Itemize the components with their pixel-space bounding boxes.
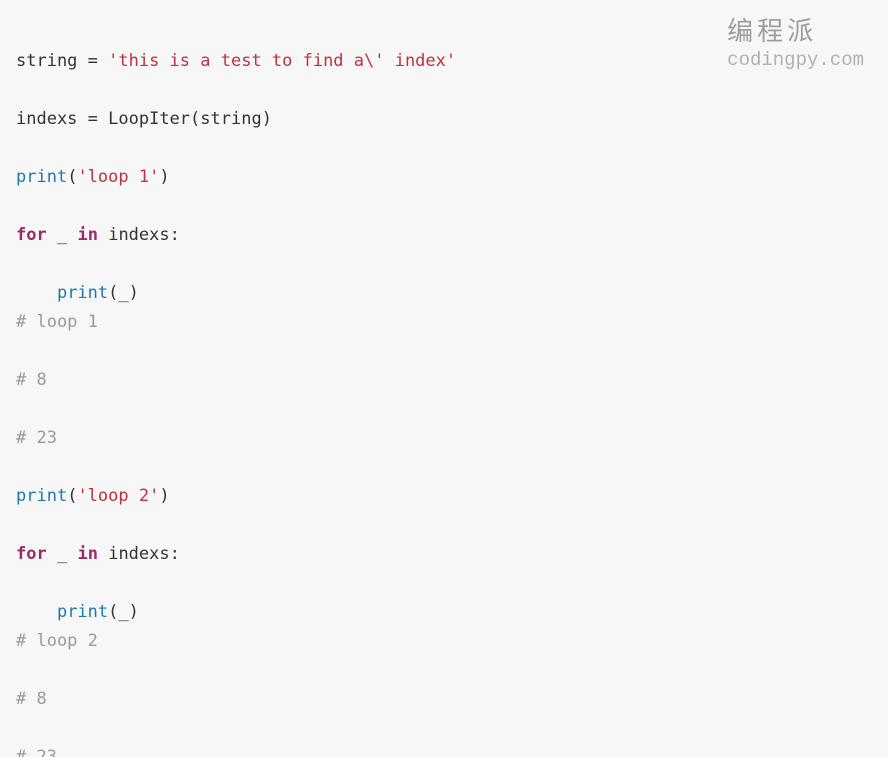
space (67, 544, 77, 564)
keyword-in: in (77, 225, 97, 245)
identifier: _ (57, 544, 67, 564)
argument: string (200, 109, 261, 129)
colon: : (170, 544, 180, 564)
comment: # 23 (16, 428, 57, 448)
paren-close: ) (129, 283, 139, 303)
paren-open: ( (67, 486, 77, 506)
keyword-for: for (16, 544, 47, 564)
operator: = (77, 51, 108, 71)
code-line: print(_) (16, 283, 139, 303)
code-line: print('loop 1') (16, 167, 170, 187)
code-line: string = 'this is a test to find a\' ind… (16, 51, 456, 71)
identifier: string (16, 51, 77, 71)
space (98, 225, 108, 245)
callable: LoopIter (108, 109, 190, 129)
function-print: print (57, 602, 108, 622)
code-line: print(_) (16, 602, 139, 622)
paren-open: ( (108, 602, 118, 622)
indent (16, 602, 57, 622)
identifier: _ (57, 225, 67, 245)
paren-close: ) (262, 109, 272, 129)
argument: _ (118, 602, 128, 622)
operator: = (77, 109, 108, 129)
colon: : (170, 225, 180, 245)
identifier: indexs (108, 544, 169, 564)
string-literal: 'this is a test to find a\' index' (108, 51, 456, 71)
keyword-for: for (16, 225, 47, 245)
identifier: indexs (16, 109, 77, 129)
comment: # 8 (16, 689, 47, 709)
code-line: print('loop 2') (16, 486, 170, 506)
function-print: print (16, 167, 67, 187)
paren-close: ) (129, 602, 139, 622)
comment: # loop 2 (16, 631, 98, 651)
function-print: print (57, 283, 108, 303)
space (47, 225, 57, 245)
code-block: string = 'this is a test to find a\' ind… (0, 0, 888, 757)
paren-open: ( (67, 167, 77, 187)
space (67, 225, 77, 245)
code-line: indexs = LoopIter(string) (16, 109, 272, 129)
paren-close: ) (159, 486, 169, 506)
space (47, 544, 57, 564)
space (98, 544, 108, 564)
comment: # 8 (16, 370, 47, 390)
string-literal: 'loop 2' (77, 486, 159, 506)
paren-open: ( (108, 283, 118, 303)
comment: # loop 1 (16, 312, 98, 332)
identifier: indexs (108, 225, 169, 245)
keyword-in: in (77, 544, 97, 564)
code-line: for _ in indexs: (16, 225, 180, 245)
code-line: for _ in indexs: (16, 544, 180, 564)
paren-close: ) (159, 167, 169, 187)
argument: _ (118, 283, 128, 303)
string-literal: 'loop 1' (77, 167, 159, 187)
indent (16, 283, 57, 303)
function-print: print (16, 486, 67, 506)
comment: # 23 (16, 747, 57, 757)
paren-open: ( (190, 109, 200, 129)
